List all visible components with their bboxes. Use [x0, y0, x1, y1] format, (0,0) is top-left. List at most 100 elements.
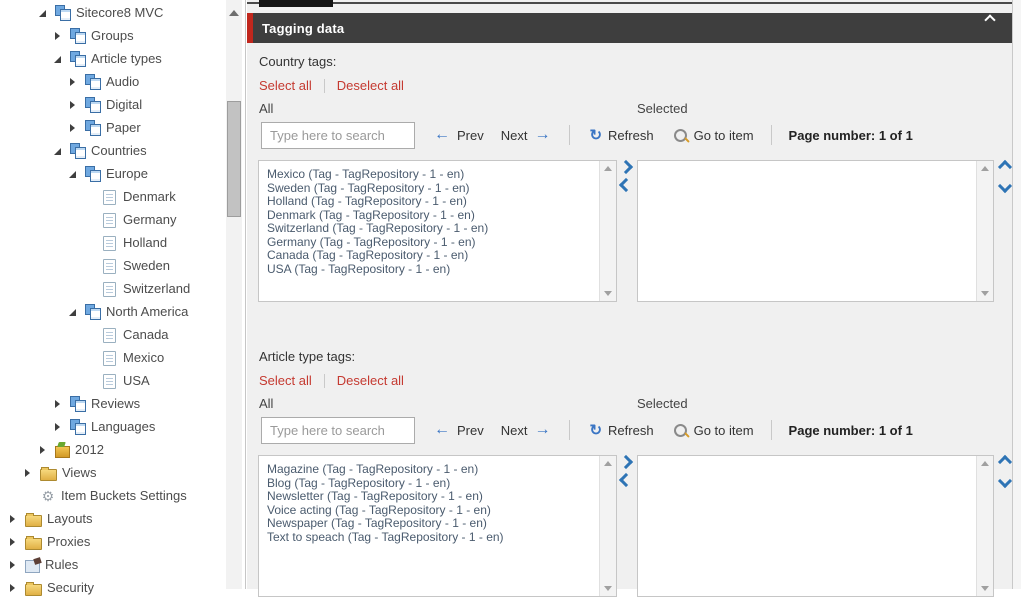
list-item[interactable]: Sweden (Tag - TagRepository - 1 - en): [267, 181, 599, 196]
refresh-button[interactable]: ↻ Refresh: [589, 128, 653, 143]
tree-item-canada[interactable]: Canada: [0, 323, 225, 346]
document-icon: [103, 281, 116, 297]
tree-item-north-america[interactable]: North America: [0, 300, 225, 323]
tree-item-usa[interactable]: USA: [0, 369, 225, 392]
page-scrollbar-track[interactable]: [1012, 0, 1021, 589]
list-item[interactable]: Magazine (Tag - TagRepository - 1 - en): [267, 462, 599, 477]
prev-button[interactable]: ← Prev: [434, 127, 484, 143]
tree-expander-icon[interactable]: [53, 54, 63, 64]
prev-button[interactable]: ← Prev: [434, 422, 484, 438]
listbox-scrollbar[interactable]: [599, 161, 616, 301]
all-items-listbox[interactable]: Mexico (Tag - TagRepository - 1 - en) Swe…: [258, 160, 617, 302]
move-left-icon[interactable]: [618, 472, 634, 488]
list-item[interactable]: Canada (Tag - TagRepository - 1 - en): [267, 248, 599, 263]
tree-item-paper[interactable]: Paper: [0, 116, 225, 139]
tree-expander-icon[interactable]: [53, 422, 63, 432]
scroll-up-icon[interactable]: [229, 10, 239, 16]
scroll-down-icon[interactable]: [981, 291, 989, 296]
tree-expander-icon[interactable]: [53, 146, 63, 156]
all-items-listbox[interactable]: Magazine (Tag - TagRepository - 1 - en) B…: [258, 455, 617, 597]
tree-expander-icon[interactable]: [68, 77, 78, 87]
goto-item-button[interactable]: Go to item: [673, 423, 754, 438]
tree-item-proxies[interactable]: Proxies: [0, 530, 225, 553]
list-item[interactable]: Mexico (Tag - TagRepository - 1 - en): [267, 167, 599, 182]
tree-expander-icon[interactable]: [68, 307, 78, 317]
scroll-up-icon[interactable]: [604, 461, 612, 466]
search-input[interactable]: [261, 121, 415, 149]
tree-expander-icon[interactable]: [38, 8, 48, 18]
tree-item-views[interactable]: Views: [0, 461, 225, 484]
move-down-icon[interactable]: [997, 178, 1013, 194]
list-item[interactable]: Denmark (Tag - TagRepository - 1 - en): [267, 208, 599, 223]
deselect-all-link[interactable]: Deselect all: [337, 78, 404, 93]
tree-expander-icon[interactable]: [8, 560, 18, 570]
tree-expander-icon[interactable]: [53, 399, 63, 409]
next-button[interactable]: Next →: [501, 422, 551, 438]
move-up-icon[interactable]: [997, 454, 1013, 470]
tree-expander-icon[interactable]: [23, 468, 33, 478]
listbox-scrollbar[interactable]: [976, 456, 993, 596]
scroll-down-icon[interactable]: [604, 291, 612, 296]
list-item[interactable]: Switzerland (Tag - TagRepository - 1 - e…: [267, 221, 599, 236]
tree-item-switzerland[interactable]: Switzerland: [0, 277, 225, 300]
tree-item-holland[interactable]: Holland: [0, 231, 225, 254]
listbox-scrollbar[interactable]: [599, 456, 616, 596]
scroll-up-icon[interactable]: [981, 461, 989, 466]
tree-item-mexico[interactable]: Mexico: [0, 346, 225, 369]
collapse-panel-button[interactable]: [984, 11, 1000, 26]
tree-item-germany[interactable]: Germany: [0, 208, 225, 231]
tree-expander-icon[interactable]: [38, 445, 48, 455]
selected-items-listbox[interactable]: [637, 160, 994, 302]
deselect-all-link[interactable]: Deselect all: [337, 373, 404, 388]
tree-expander-icon[interactable]: [53, 31, 63, 41]
list-item[interactable]: USA (Tag - TagRepository - 1 - en): [267, 262, 599, 277]
list-item[interactable]: Blog (Tag - TagRepository - 1 - en): [267, 476, 599, 491]
move-right-icon[interactable]: [618, 159, 634, 175]
tree-expander-icon[interactable]: [8, 537, 18, 547]
tree-item-sweden[interactable]: Sweden: [0, 254, 225, 277]
tree-item-europe[interactable]: Europe: [0, 162, 225, 185]
tree-item-rules[interactable]: Rules: [0, 553, 225, 576]
next-button[interactable]: Next →: [501, 127, 551, 143]
tree-expander-icon[interactable]: [8, 583, 18, 593]
list-item[interactable]: Newsletter (Tag - TagRepository - 1 - en…: [267, 489, 599, 504]
goto-item-button[interactable]: Go to item: [673, 128, 754, 143]
select-all-link[interactable]: Select all: [259, 373, 312, 388]
select-all-link[interactable]: Select all: [259, 78, 312, 93]
tree-item-sitecore8-mvc[interactable]: Sitecore8 MVC: [0, 1, 225, 24]
tree-item-audio[interactable]: Audio: [0, 70, 225, 93]
listbox-scrollbar[interactable]: [976, 161, 993, 301]
list-item[interactable]: Newspaper (Tag - TagRepository - 1 - en): [267, 516, 599, 531]
tree-item-digital[interactable]: Digital: [0, 93, 225, 116]
selected-items-listbox[interactable]: [637, 455, 994, 597]
tree-item-article-types[interactable]: Article types: [0, 47, 225, 70]
move-down-icon[interactable]: [997, 473, 1013, 489]
tree-item-security[interactable]: Security: [0, 576, 225, 599]
tree-expander-icon[interactable]: [68, 123, 78, 133]
tree-item-2012[interactable]: 2012: [0, 438, 225, 461]
tree-item-groups[interactable]: Groups: [0, 24, 225, 47]
list-item[interactable]: Holland (Tag - TagRepository - 1 - en): [267, 194, 599, 209]
tree-item-item-buckets-settings[interactable]: ⚙ Item Buckets Settings: [0, 484, 225, 507]
tree-expander-icon[interactable]: [68, 169, 78, 179]
list-item[interactable]: Text to speach (Tag - TagRepository - 1 …: [267, 530, 599, 545]
move-right-icon[interactable]: [618, 454, 634, 470]
scrollbar-thumb[interactable]: [227, 101, 241, 217]
refresh-button[interactable]: ↻ Refresh: [589, 423, 653, 438]
tree-expander-icon[interactable]: [68, 100, 78, 110]
tree-scrollbar[interactable]: [226, 0, 242, 589]
tree-item-reviews[interactable]: Reviews: [0, 392, 225, 415]
tree-item-denmark[interactable]: Denmark: [0, 185, 225, 208]
tree-item-countries[interactable]: Countries: [0, 139, 225, 162]
tree-item-layouts[interactable]: Layouts: [0, 507, 225, 530]
tree-item-languages[interactable]: Languages: [0, 415, 225, 438]
list-item[interactable]: Voice acting (Tag - TagRepository - 1 - …: [267, 503, 599, 518]
scroll-up-icon[interactable]: [981, 166, 989, 171]
list-item[interactable]: Germany (Tag - TagRepository - 1 - en): [267, 235, 599, 250]
scroll-up-icon[interactable]: [604, 166, 612, 171]
active-ribbon-tab[interactable]: [259, 0, 333, 7]
search-input[interactable]: [261, 416, 415, 444]
move-left-icon[interactable]: [618, 177, 634, 193]
tree-expander-icon[interactable]: [8, 514, 18, 524]
move-up-icon[interactable]: [997, 159, 1013, 175]
